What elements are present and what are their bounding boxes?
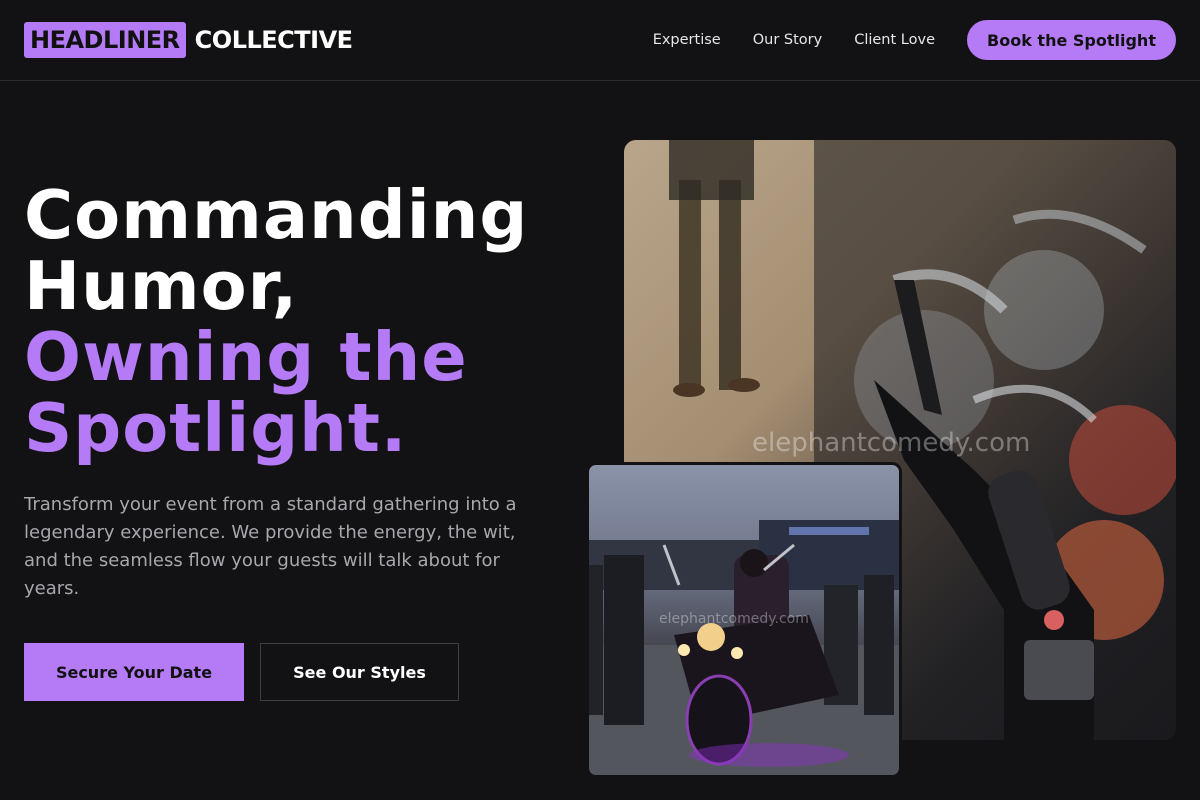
- book-spotlight-button[interactable]: Book the Spotlight: [967, 20, 1176, 60]
- hero-title-accent-2: Spotlight.: [24, 389, 408, 467]
- logo-text: COLLECTIVE: [194, 26, 353, 54]
- hero-title-line-2: Humor,: [24, 247, 299, 325]
- logo-box: HEADLINER: [24, 22, 186, 58]
- hero-description: Transform your event from a standard gat…: [24, 494, 517, 599]
- hero-title: Commanding Humor, Owning the Spotlight.: [24, 180, 594, 464]
- nav-link-client-love[interactable]: Client Love: [854, 32, 935, 48]
- nav-link-our-story[interactable]: Our Story: [753, 32, 822, 48]
- hero-title-line-1: Commanding: [24, 176, 529, 254]
- secure-date-button[interactable]: Secure Your Date: [24, 643, 244, 701]
- watermark-small: elephantcomedy.com: [659, 611, 809, 627]
- nav-link-expertise[interactable]: Expertise: [653, 32, 721, 48]
- site-header: HEADLINER COLLECTIVE Expertise Our Story…: [0, 0, 1200, 81]
- see-styles-button[interactable]: See Our Styles: [260, 643, 459, 701]
- main-nav: Expertise Our Story Client Love Book the…: [621, 20, 1176, 60]
- logo[interactable]: HEADLINER COLLECTIVE: [24, 22, 353, 58]
- watermark-large: elephantcomedy.com: [752, 428, 1031, 458]
- rider-photo: elephantcomedy.com: [586, 462, 902, 778]
- hero-title-accent-1: Owning the: [24, 318, 468, 396]
